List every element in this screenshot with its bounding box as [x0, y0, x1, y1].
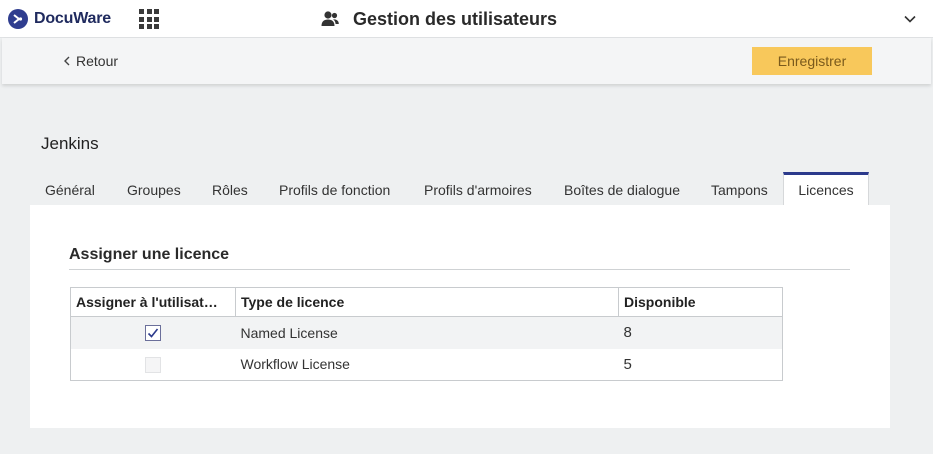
tab-general[interactable]: Général [45, 172, 95, 206]
license-type-cell: Workflow License [240, 356, 350, 373]
section-divider [69, 269, 850, 270]
tab-roles[interactable]: Rôles [212, 172, 248, 206]
available-cell: 5 [623, 355, 632, 373]
back-label: Retour [76, 53, 119, 69]
brand-name: DocuWare [34, 10, 111, 27]
tab-licenses[interactable]: Licences [783, 172, 869, 206]
back-link[interactable]: Retour [62, 51, 118, 71]
license-table: Assigner à l'utilisat… Type de licence D… [70, 287, 783, 381]
assign-checkbox-checked[interactable] [145, 325, 162, 342]
tab-groups[interactable]: Groupes [127, 172, 181, 206]
action-bar: Retour Enregistrer [2, 38, 931, 84]
docuware-logo-icon [8, 9, 28, 29]
table-header-row: Assigner à l'utilisat… Type de licence D… [70, 287, 783, 317]
license-type-cell: Named License [235, 316, 619, 349]
top-bar: DocuWare Gestion des utilisateurs [0, 0, 933, 38]
checkmark-icon [148, 328, 159, 339]
users-icon [321, 11, 339, 26]
chevron-down-icon[interactable] [903, 12, 917, 26]
licenses-panel: Assigner une licence Assigner à l'utilis… [30, 205, 890, 428]
column-header-assign[interactable]: Assigner à l'utilisat… [70, 287, 236, 317]
docuware-logo[interactable]: DocuWare [8, 8, 111, 30]
page-title: Gestion des utilisateurs [320, 8, 557, 30]
save-button[interactable]: Enregistrer [752, 47, 872, 75]
assign-cell [70, 316, 236, 349]
table-row: Workflow License 5 [71, 349, 783, 381]
tab-dialogs[interactable]: Boîtes de dialogue [564, 172, 680, 206]
page-title-text: Gestion des utilisateurs [353, 8, 558, 29]
table-row: Named License 8 [70, 316, 783, 349]
chevron-left-icon [64, 56, 70, 66]
tab-stamps[interactable]: Tampons [711, 172, 768, 206]
tab-function-profiles[interactable]: Profils de fonction [279, 172, 390, 206]
tab-cabinet-profiles[interactable]: Profils d'armoires [424, 172, 532, 206]
available-cell: 8 [618, 316, 783, 349]
assign-cell [71, 349, 236, 381]
app-launcher-icon[interactable] [139, 9, 159, 29]
column-header-license-type[interactable]: Type de licence [235, 287, 619, 317]
section-heading: Assigner une licence [69, 246, 230, 263]
assign-checkbox-disabled [145, 356, 162, 373]
user-name-heading: Jenkins [41, 134, 99, 153]
column-header-available[interactable]: Disponible [618, 287, 783, 317]
